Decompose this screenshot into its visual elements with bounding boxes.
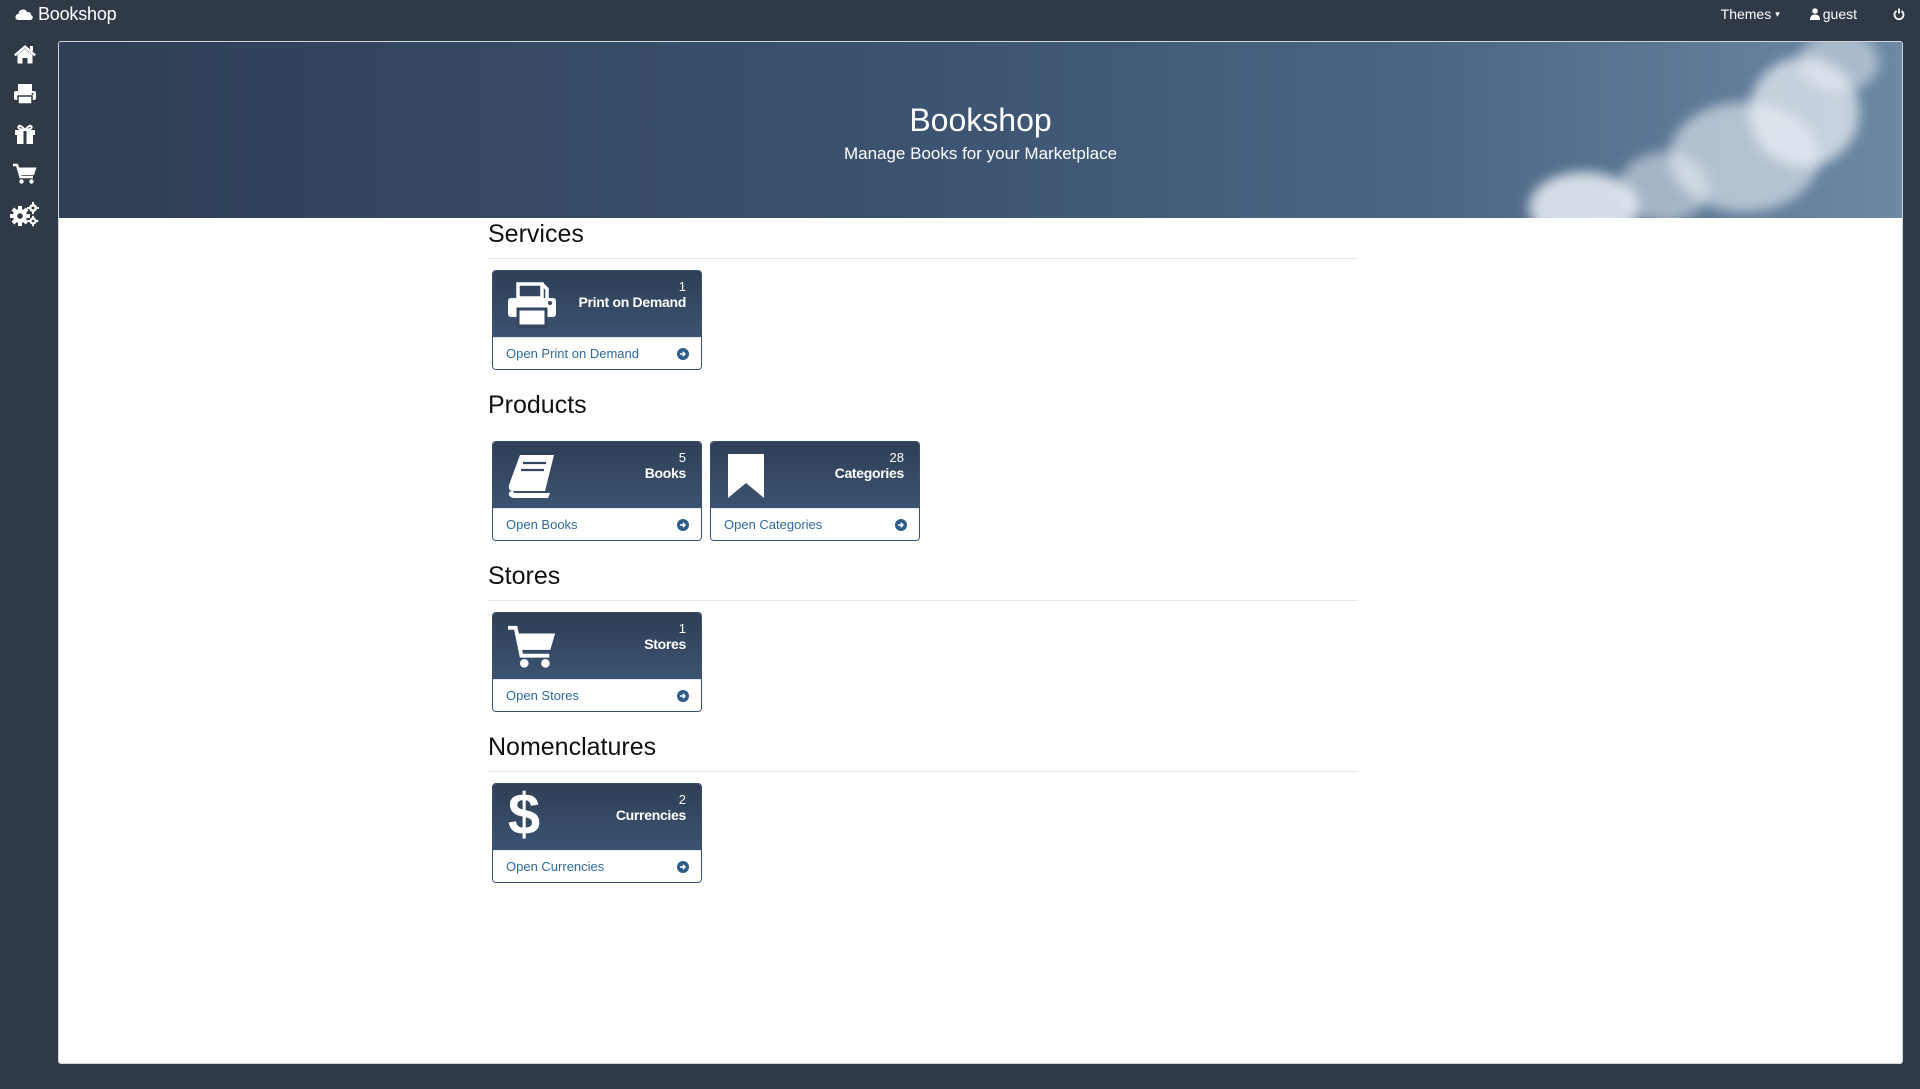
- tile-link-text: Open Books: [506, 517, 578, 532]
- sidebar: [0, 28, 56, 1089]
- sidebar-item-settings[interactable]: [10, 199, 40, 229]
- tile-label: Books: [644, 465, 687, 481]
- arrow-circle-right-icon: [895, 518, 907, 531]
- tile-link-text: Open Stores: [506, 688, 579, 703]
- page-subtitle: Manage Books for your Marketplace: [843, 144, 1118, 163]
- hero-banner: Bookshop Manage Books for your Marketpla…: [59, 42, 1902, 218]
- tile-link-currencies[interactable]: Open Currencies: [493, 850, 701, 882]
- arrow-circle-right-icon: [677, 347, 689, 360]
- print-icon: [507, 281, 557, 329]
- tiles-nomenclatures: $ 2 Currencies Open Currencies: [492, 783, 1358, 883]
- sidebar-item-home[interactable]: [10, 39, 40, 69]
- tile-link-text: Open Currencies: [506, 859, 605, 874]
- tile-label: Categories: [834, 465, 905, 481]
- sidebar-item-cart[interactable]: [10, 159, 40, 189]
- power-icon: [1893, 8, 1905, 20]
- themes-dropdown[interactable]: Themes ▾: [1721, 6, 1780, 22]
- tile-label: Stores: [644, 636, 686, 652]
- print-icon: [14, 84, 36, 105]
- dashboard-content: Services 1 Print on Demand Open Print on…: [488, 220, 1358, 904]
- tile-print-on-demand[interactable]: 1 Print on Demand Open Print on Demand: [492, 270, 702, 370]
- cart-icon: [507, 623, 557, 671]
- caret-down-icon: ▾: [1775, 8, 1780, 19]
- tile-label: Print on Demand: [578, 294, 686, 310]
- user-icon: [1809, 8, 1820, 20]
- tiles-services: 1 Print on Demand Open Print on Demand: [492, 270, 1358, 370]
- section-title-services: Services: [488, 220, 1358, 259]
- cloud-icon: [15, 9, 33, 20]
- cart-icon: [13, 163, 37, 184]
- tile-count: 2: [678, 792, 686, 807]
- section-title-nomenclatures: Nomenclatures: [488, 733, 1358, 772]
- svg-text:$: $: [508, 786, 540, 842]
- book-icon: [507, 452, 557, 500]
- arrow-circle-right-icon: [677, 689, 689, 702]
- tiles-products: 5 Books Open Books 28 Categories Open Ca…: [492, 441, 1358, 541]
- home-icon: [14, 45, 36, 64]
- tile-currencies[interactable]: $ 2 Currencies Open Currencies: [492, 783, 702, 883]
- section-title-stores: Stores: [488, 562, 1358, 601]
- tiles-stores: 1 Stores Open Stores: [492, 612, 1358, 712]
- arrow-circle-right-icon: [677, 518, 689, 531]
- user-name: guest: [1822, 6, 1857, 22]
- tile-link-books[interactable]: Open Books: [493, 508, 701, 540]
- tile-link-text: Open Print on Demand: [506, 346, 639, 361]
- tile-link-stores[interactable]: Open Stores: [493, 679, 701, 711]
- sidebar-item-gift[interactable]: [10, 119, 40, 149]
- tile-books[interactable]: 5 Books Open Books: [492, 441, 702, 541]
- tile-count: 1: [678, 621, 686, 636]
- tile-label: Currencies: [615, 807, 686, 823]
- tile-count: 1: [678, 279, 686, 294]
- tile-count: 5: [678, 450, 686, 465]
- tile-link-text: Open Categories: [724, 517, 823, 532]
- arrow-circle-right-icon: [677, 860, 689, 873]
- gears-icon: [10, 202, 39, 227]
- tile-categories[interactable]: 28 Categories Open Categories: [710, 441, 920, 541]
- logout-button[interactable]: [1893, 8, 1908, 20]
- section-title-products: Products: [488, 391, 1358, 430]
- tile-link-print-on-demand[interactable]: Open Print on Demand: [493, 337, 701, 369]
- page-title: Bookshop: [909, 102, 1052, 138]
- user-menu[interactable]: guest: [1809, 6, 1857, 22]
- tile-link-categories[interactable]: Open Categories: [711, 508, 919, 540]
- top-navbar: Bookshop Themes ▾ guest: [0, 0, 1920, 28]
- bookmark-icon: [721, 452, 771, 500]
- tile-count: 28: [889, 450, 904, 465]
- gift-icon: [15, 124, 35, 144]
- brand-link[interactable]: Bookshop: [15, 4, 117, 25]
- themes-label: Themes: [1720, 6, 1772, 22]
- tile-stores[interactable]: 1 Stores Open Stores: [492, 612, 702, 712]
- dollar-icon: $: [499, 786, 549, 842]
- sidebar-item-print[interactable]: [10, 79, 40, 109]
- brand-name: Bookshop: [38, 4, 117, 24]
